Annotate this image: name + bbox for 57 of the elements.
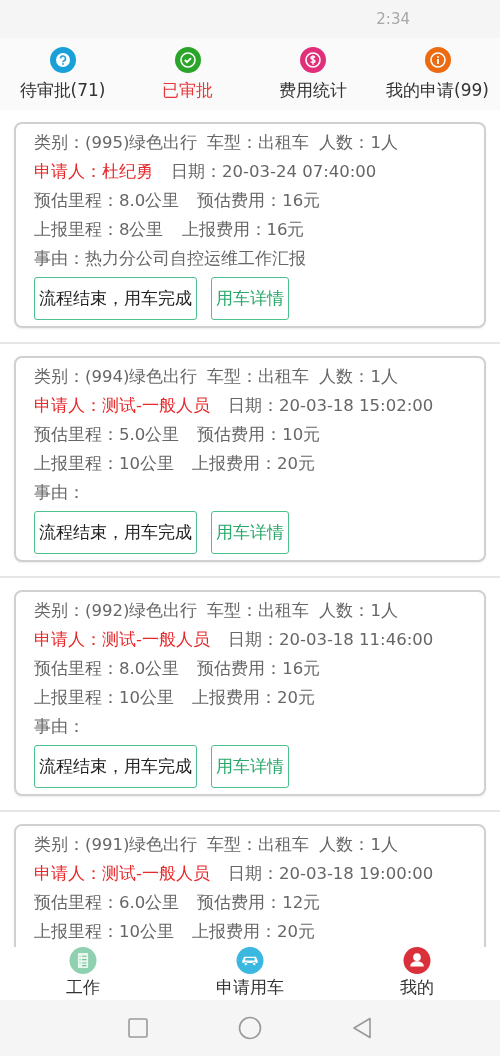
nav-item[interactable]: 我的 xyxy=(333,947,500,1000)
reported-distance: 上报里程：10公里 xyxy=(34,920,174,943)
people-text: 人数：1人 xyxy=(319,599,398,622)
vehicle-text: 车型：出租车 xyxy=(207,599,310,622)
home-icon[interactable] xyxy=(238,1016,262,1040)
date-text: 日期：20-03-18 19:00:00 xyxy=(227,862,434,885)
people-text: 人数：1人 xyxy=(319,365,398,388)
reported-cost: 上报费用：20元 xyxy=(192,452,315,475)
reason-text: 事由： xyxy=(34,715,85,738)
category-text: 类别：(991)绿色出行 xyxy=(34,833,198,856)
reported-cost: 上报费用：20元 xyxy=(192,686,315,709)
question-icon xyxy=(49,46,76,73)
estimate-cost: 预估费用：16元 xyxy=(197,657,321,680)
check-icon xyxy=(174,46,201,73)
reported-cost: 上报费用：20元 xyxy=(192,920,315,943)
back-icon[interactable] xyxy=(352,1017,372,1039)
tab[interactable]: 已审批 xyxy=(125,38,250,110)
status-button[interactable]: 流程结束，用车完成 xyxy=(34,745,197,788)
people-text: 人数：1人 xyxy=(319,131,398,154)
vehicle-text: 车型：出租车 xyxy=(207,833,310,856)
tab[interactable]: 待审批(71) xyxy=(0,38,125,110)
applicant-text: 申请人：测试-一般人员 xyxy=(34,394,210,417)
tab[interactable]: 费用统计 xyxy=(250,38,375,110)
date-text: 日期：20-03-18 15:02:00 xyxy=(227,394,434,417)
reason-text: 事由： xyxy=(34,481,85,504)
reported-distance: 上报里程：10公里 xyxy=(34,686,174,709)
vehicle-text: 车型：出租车 xyxy=(207,131,310,154)
estimate-cost: 预估费用：12元 xyxy=(197,891,321,914)
applicant-text: 申请人：测试-一般人员 xyxy=(34,628,210,651)
category-text: 类别：(995)绿色出行 xyxy=(34,131,198,154)
nav-item[interactable]: 工作 xyxy=(0,947,167,1000)
vehicle-text: 车型：出租车 xyxy=(207,365,310,388)
estimate-distance: 预估里程：6.0公里 xyxy=(34,891,180,914)
estimate-distance: 预估里程：8.0公里 xyxy=(34,189,180,212)
estimate-cost: 预估费用：10元 xyxy=(197,423,321,446)
nav-item[interactable]: 申请用车 xyxy=(166,947,334,1000)
status-button[interactable]: 流程结束，用车完成 xyxy=(34,277,197,320)
category-text: 类别：(994)绿色出行 xyxy=(34,365,198,388)
reported-cost: 上报费用：16元 xyxy=(181,218,305,241)
estimate-distance: 预估里程：8.0公里 xyxy=(34,657,180,680)
tab[interactable]: 我的申请(99) xyxy=(375,38,500,110)
date-text: 日期：20-03-18 11:46:00 xyxy=(227,628,434,651)
dollar-icon xyxy=(299,46,326,73)
status-button[interactable]: 流程结束，用车完成 xyxy=(34,511,197,554)
recents-icon[interactable] xyxy=(128,1018,148,1038)
estimate-distance: 预估里程：5.0公里 xyxy=(34,423,180,446)
info-icon xyxy=(424,46,451,73)
reported-distance: 上报里程：8公里 xyxy=(34,218,164,241)
applicant-text: 申请人：杜纪勇 xyxy=(34,160,153,183)
reason-text: 事由：热力分公司自控运维工作汇报 xyxy=(34,247,306,270)
estimate-cost: 预估费用：16元 xyxy=(197,189,321,212)
status-time: 2:34 xyxy=(376,10,410,28)
reported-distance: 上报里程：10公里 xyxy=(34,452,174,475)
people-text: 人数：1人 xyxy=(319,833,398,856)
date-text: 日期：20-03-24 07:40:00 xyxy=(171,160,377,183)
category-text: 类别：(992)绿色出行 xyxy=(34,599,198,622)
applicant-text: 申请人：测试-一般人员 xyxy=(34,862,210,885)
